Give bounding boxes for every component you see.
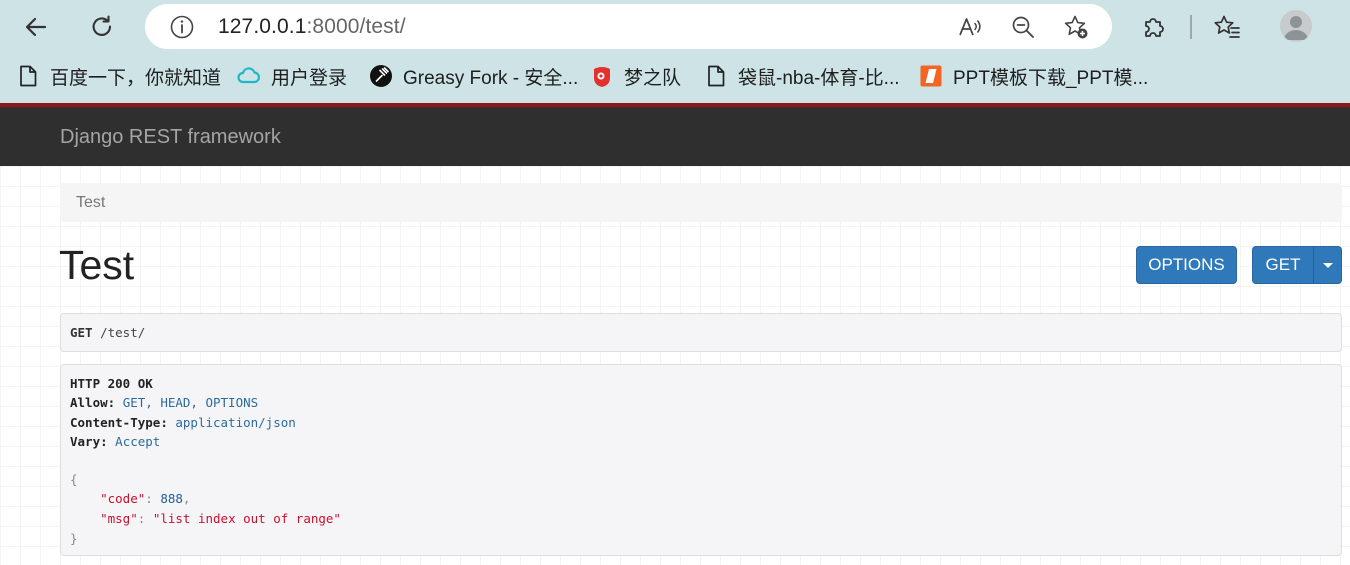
favorites-icon	[1214, 15, 1240, 38]
bookmark-item[interactable]: PPT模板下载_PPT模...	[918, 58, 1148, 94]
puzzle-icon	[1145, 18, 1164, 37]
bookmarks-bar: 百度一下，你就知道 用户登录 Greasy Fork - 安全... 梦之队 袋…	[0, 58, 1350, 94]
site-info-icon[interactable]	[169, 14, 195, 40]
json-key: "code"	[100, 491, 146, 506]
header-key: Vary	[70, 434, 101, 449]
add-favorite-button[interactable]	[1062, 13, 1090, 41]
response-info: HTTP 200 OK Allow: GET, HEAD, OPTIONS Co…	[60, 364, 1342, 556]
url-path: :8000/test/	[306, 15, 406, 38]
json-value: 888	[160, 491, 183, 506]
bookmark-item[interactable]: 用户登录	[236, 58, 347, 94]
bookmark-label: 梦之队	[624, 67, 682, 89]
page-icon	[15, 63, 41, 89]
bookmark-item[interactable]: Greasy Fork - 安全...	[368, 58, 578, 94]
bookmark-item[interactable]: 百度一下，你就知道	[15, 58, 221, 94]
extensions-button[interactable]	[1137, 10, 1171, 44]
request-path: /test/	[100, 325, 146, 340]
cloud-icon	[236, 63, 262, 89]
favorites-button[interactable]	[1210, 10, 1244, 44]
greasyfork-icon	[368, 63, 394, 89]
toolbar-divider	[1190, 15, 1192, 39]
main-content: Test Test OPTIONS GET GET /test/ HTTP 20…	[0, 166, 1350, 565]
header-value: application/json	[175, 414, 296, 430]
breadcrumb-item[interactable]: Test	[76, 194, 105, 212]
get-button[interactable]: GET	[1252, 246, 1314, 284]
json-key: "msg"	[100, 511, 138, 526]
star-add-icon	[1064, 15, 1088, 39]
header-key: Allow	[70, 395, 108, 410]
get-format-dropdown[interactable]	[1313, 246, 1342, 284]
bookmark-label: 百度一下，你就知道	[50, 67, 222, 89]
response-header: Content-Type: application/json	[70, 414, 296, 430]
request-info: GET /test/	[60, 313, 1342, 352]
ppt-icon	[918, 63, 944, 89]
url-host: 127.0.0.1	[218, 15, 307, 38]
navbar: Django REST framework	[0, 107, 1350, 166]
read-aloud-button[interactable]	[956, 13, 984, 41]
user-icon	[1284, 16, 1308, 40]
bookmark-label: 用户登录	[271, 67, 348, 89]
brand-link[interactable]: Django REST framework	[60, 126, 281, 149]
page-icon	[703, 63, 729, 89]
json-close-brace: }	[70, 531, 78, 546]
profile-avatar[interactable]	[1280, 10, 1312, 42]
zoom-out-button[interactable]	[1009, 13, 1037, 41]
bookmark-label: PPT模板下载_PPT模...	[953, 67, 1149, 89]
page-title: Test	[59, 242, 135, 288]
bookmark-label: Greasy Fork - 安全...	[403, 67, 579, 89]
breadcrumb: Test	[60, 183, 1342, 222]
browser-toolbar: 127.0.0.1:8000/test/ 百度一下，你就知道 用户登录 Grea…	[0, 0, 1350, 103]
arrow-left-icon	[25, 17, 47, 37]
url-text[interactable]: 127.0.0.1:8000/test/	[218, 15, 406, 39]
response-header: Vary: Accept	[70, 434, 161, 449]
back-button[interactable]	[19, 10, 53, 44]
response-status: HTTP 200 OK	[70, 376, 153, 391]
bookmark-item[interactable]: 袋鼠-nba-体育-比...	[703, 58, 900, 94]
header-value: Accept	[115, 434, 161, 449]
options-button[interactable]: OPTIONS	[1136, 246, 1237, 284]
reload-button[interactable]	[85, 10, 119, 44]
request-method: GET	[70, 325, 93, 340]
reload-icon	[92, 15, 112, 36]
read-aloud-icon	[959, 18, 981, 36]
bookmark-label: 袋鼠-nba-体育-比...	[738, 67, 900, 89]
dreamteam-icon	[589, 63, 615, 89]
address-bar[interactable]: 127.0.0.1:8000/test/	[145, 4, 1112, 49]
json-line-code: "code": 888,	[100, 491, 191, 506]
json-open-brace: {	[70, 472, 78, 487]
json-value: "list index out of range"	[152, 511, 341, 526]
json-line-msg: "msg": "list index out of range"	[100, 511, 341, 526]
caret-down-icon	[1322, 262, 1333, 268]
response-header: Allow: GET, HEAD, OPTIONS	[70, 395, 259, 410]
header-value: GET, HEAD, OPTIONS	[122, 395, 259, 410]
header-key: Content-Type	[70, 414, 161, 430]
zoom-out-icon	[1012, 16, 1034, 38]
bookmark-item[interactable]: 梦之队	[589, 58, 681, 94]
